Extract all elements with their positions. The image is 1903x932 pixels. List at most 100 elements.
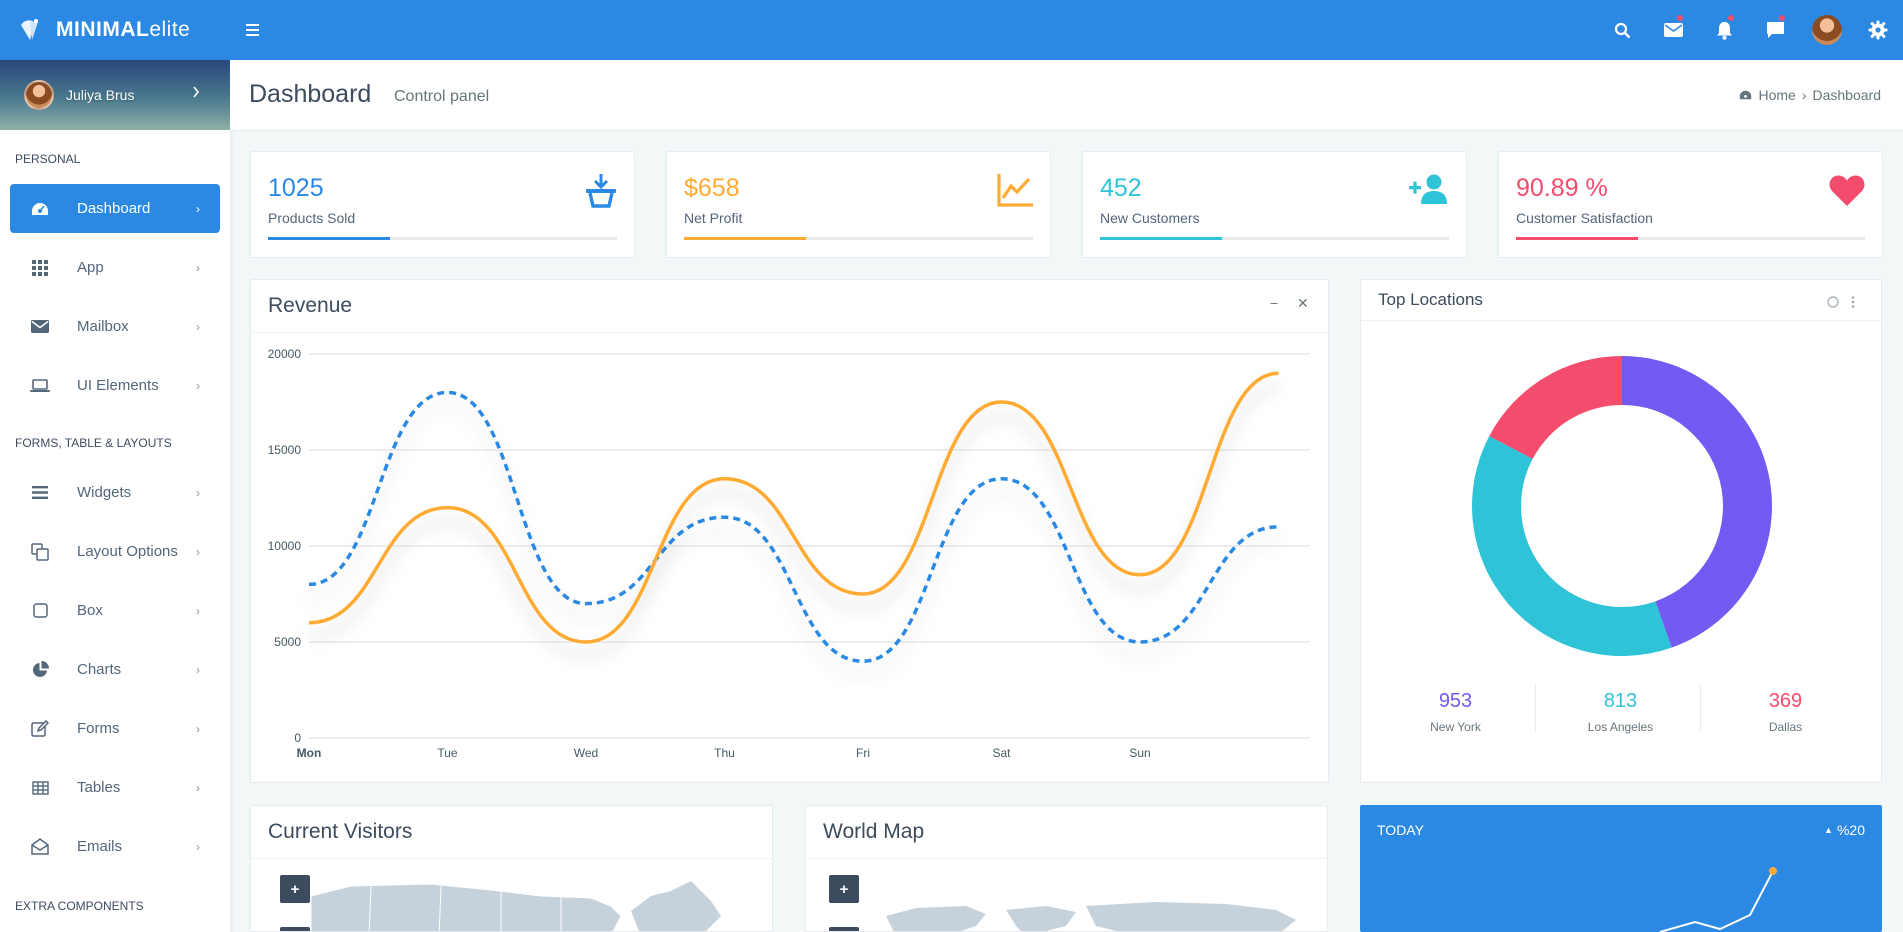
sidebar-item-ui-elements[interactable]: UI Elements ›	[10, 361, 220, 410]
sidebar-item-tables[interactable]: Tables ›	[10, 763, 220, 812]
sidebar-item-label: Dashboard	[77, 200, 151, 217]
section-caption-forms: FORMS, TABLE & LAYOUTS	[15, 436, 172, 450]
avatar	[24, 80, 54, 110]
search-icon[interactable]	[1597, 0, 1648, 60]
location-stat-dallas: 369 Dallas	[1703, 690, 1868, 734]
sidebar-item-charts[interactable]: Charts ›	[10, 645, 220, 694]
dashboard-icon	[1740, 90, 1752, 100]
sidebar-user-profile[interactable]: Juliya Brus	[0, 60, 230, 130]
sidebar-item-mailbox[interactable]: Mailbox ›	[10, 302, 220, 351]
stat-progress-fill	[1100, 237, 1223, 240]
sidebar-item-label: UI Elements	[77, 377, 159, 394]
sidebar-item-dashboard[interactable]: Dashboard ›	[10, 184, 220, 233]
donut-slice-dallas[interactable]	[1489, 356, 1622, 459]
page-title: Dashboard	[249, 80, 372, 108]
location-label: Dallas	[1768, 720, 1803, 734]
divider	[1700, 685, 1701, 732]
bell-icon[interactable]	[1699, 0, 1750, 60]
donut-slice-new-york[interactable]	[1622, 356, 1772, 648]
stat-value: 1025	[268, 174, 324, 202]
dashboard-icon	[29, 198, 51, 220]
gear-icon[interactable]	[1852, 0, 1903, 60]
breadcrumb-separator: ›	[1801, 87, 1807, 103]
location-value: 953	[1438, 690, 1473, 712]
user-avatar-menu[interactable]	[1801, 0, 1852, 60]
donut-slice-los-angeles[interactable]	[1472, 436, 1672, 656]
y-tick-label: 15000	[268, 443, 302, 457]
more-vertical-icon[interactable]	[1851, 296, 1855, 308]
breadcrumb-current: Dashboard	[1812, 87, 1882, 103]
page-header: Dashboard Control panel Home › Dashboard	[230, 60, 1903, 131]
stat-card-customer-satisfaction: 90.89 % Customer Satisfaction	[1498, 151, 1883, 258]
usa-map[interactable]	[311, 876, 751, 932]
list-icon	[29, 482, 51, 504]
sidebar-item-label: Box	[77, 602, 103, 619]
chevron-right-icon: ›	[196, 721, 200, 736]
notification-dot	[1677, 15, 1683, 21]
chevron-right-icon: ›	[196, 603, 200, 618]
world-map[interactable]	[876, 896, 1316, 932]
stat-value: 90.89 %	[1516, 174, 1608, 202]
x-tick-label: Sun	[1129, 746, 1150, 760]
breadcrumb-home-link[interactable]: Home	[1758, 87, 1795, 103]
location-value: 369	[1768, 690, 1803, 712]
y-tick-label: 0	[294, 731, 301, 745]
stat-card-net-profit: $658 Net Profit	[666, 151, 1051, 258]
chevron-right-icon: ›	[196, 780, 200, 795]
x-tick-label: Tue	[437, 746, 458, 760]
divider	[1535, 685, 1536, 732]
copy-icon	[29, 541, 51, 563]
zoom-in-button[interactable]: +	[280, 875, 310, 903]
chevron-right-icon: ›	[196, 662, 200, 677]
x-tick-label: Thu	[714, 746, 735, 760]
brand-logo[interactable]: MINIMALelite	[16, 15, 190, 45]
logo-icon	[21, 19, 38, 40]
chat-icon[interactable]	[1750, 0, 1801, 60]
sidebar-item-widgets[interactable]: Widgets ›	[10, 468, 220, 517]
card-divider	[251, 858, 772, 859]
stat-progress-bar	[684, 237, 1033, 240]
card-title: Top Locations	[1378, 290, 1483, 309]
section-caption-personal: PERSONAL	[15, 152, 81, 166]
chevron-right-icon: ›	[196, 839, 200, 854]
sidebar-item-app[interactable]: App ›	[10, 243, 220, 292]
series-line-2	[308, 371, 1279, 644]
stat-label: Products Sold	[268, 210, 356, 226]
sidebar-item-label: Emails	[77, 838, 123, 855]
x-tick-label: Wed	[574, 746, 598, 760]
chevron-right-icon: ›	[196, 201, 200, 216]
today-sparkline	[1659, 867, 1777, 932]
user-plus-icon	[1409, 174, 1447, 204]
zoom-in-button[interactable]: +	[829, 875, 859, 903]
sidebar-item-forms[interactable]: Forms ›	[10, 704, 220, 753]
sidebar-item-label: Mailbox	[77, 318, 129, 335]
heart-icon	[1829, 175, 1865, 206]
pie-chart-icon	[29, 659, 51, 681]
sidebar-item-emails[interactable]: Emails ›	[10, 822, 220, 871]
table-icon	[29, 777, 51, 799]
sidebar-item-layout-options[interactable]: Layout Options ›	[10, 527, 220, 576]
line-chart-icon	[997, 174, 1033, 207]
y-tick-label: 5000	[274, 635, 301, 649]
refresh-icon[interactable]	[1827, 296, 1839, 308]
top-locations-donut-chart	[1472, 356, 1772, 656]
zoom-out-button[interactable]: −	[829, 927, 859, 931]
envelope-icon	[29, 316, 51, 338]
location-label: Los Angeles	[1587, 720, 1654, 734]
envelope-open-icon	[29, 836, 51, 858]
card-divider	[806, 858, 1327, 859]
page-subtitle: Control panel	[394, 88, 490, 105]
stat-progress-fill	[684, 237, 807, 240]
stat-progress-bar	[1516, 237, 1865, 240]
top-locations-card: Top Locations 953 New York 813 Los Angel…	[1360, 279, 1882, 783]
sidebar-item-box[interactable]: Box ›	[10, 586, 220, 635]
notification-dot	[1779, 15, 1785, 21]
series-line-1	[308, 390, 1279, 663]
stat-label: Customer Satisfaction	[1516, 210, 1653, 226]
chevron-right-icon: ›	[196, 378, 200, 393]
hamburger-menu-icon[interactable]	[246, 20, 268, 40]
mail-icon[interactable]	[1648, 0, 1699, 60]
sidebar: Juliya Brus PERSONAL Dashboard › App › M…	[0, 60, 230, 932]
zoom-out-button[interactable]: −	[280, 927, 310, 931]
stat-label: New Customers	[1100, 210, 1200, 226]
